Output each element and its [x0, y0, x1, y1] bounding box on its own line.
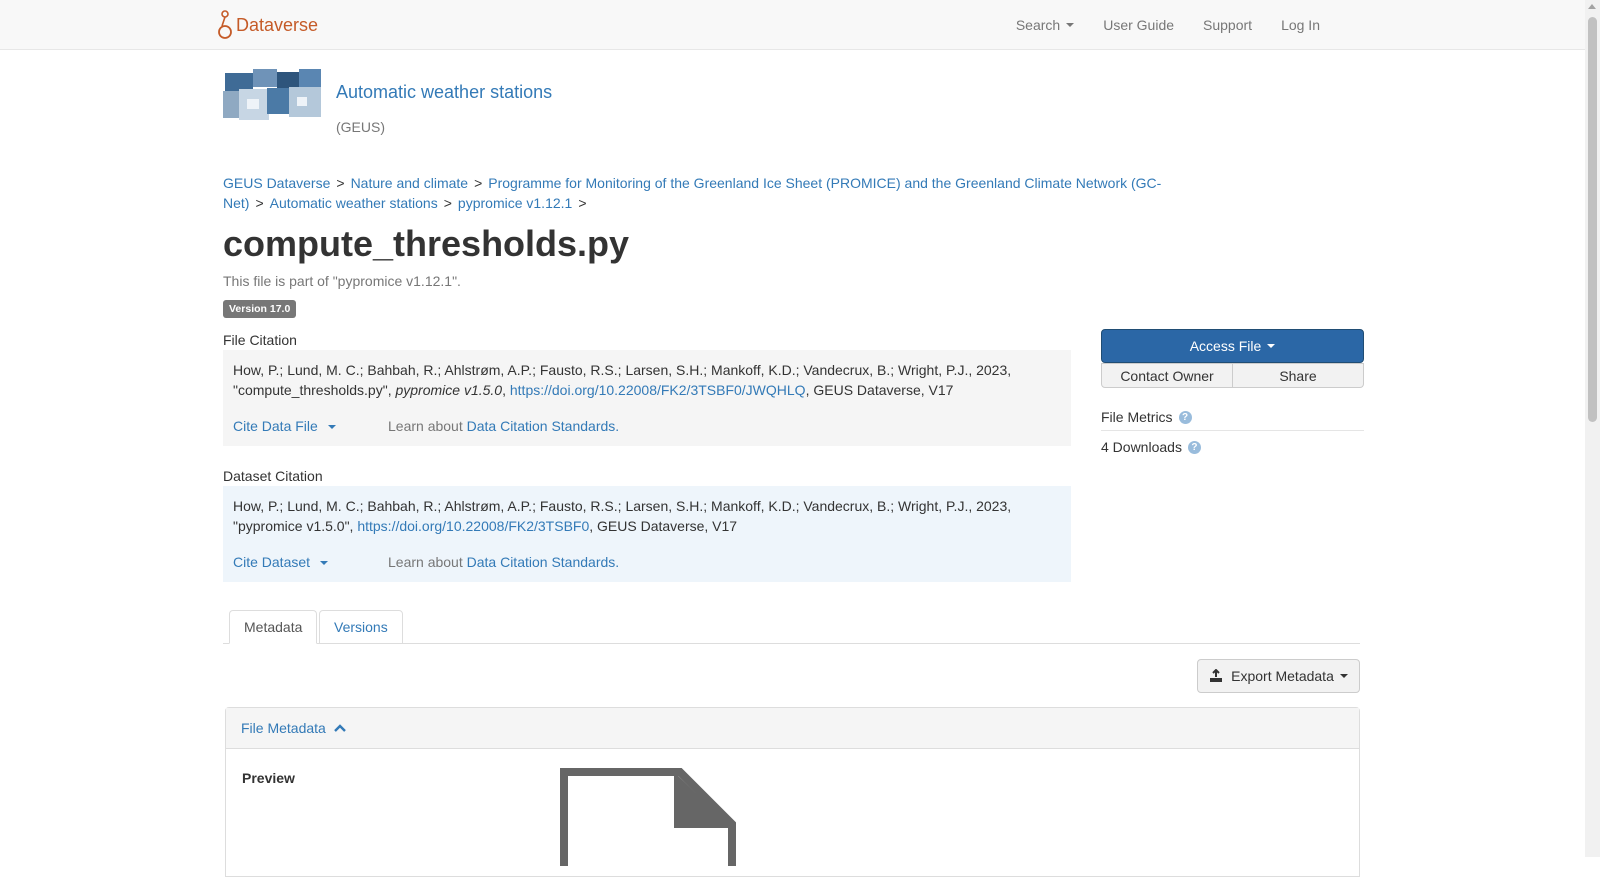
learn-about-prefix: Learn about: [388, 554, 467, 570]
file-citation-tail: , GEUS Dataverse, V17: [805, 382, 954, 398]
breadcrumb-separator: >: [336, 175, 345, 191]
caret-down-icon: [327, 425, 336, 430]
nav-support[interactable]: Support: [1203, 17, 1252, 33]
file-tabs: Metadata Versions: [223, 610, 1360, 644]
nav-search-label: Search: [1015, 17, 1061, 33]
dataset-citation-authors: How, P.; Lund, M. C.; Bahbah, R.; Ahlstr…: [233, 498, 1012, 514]
dataverse-brand[interactable]: Dataverse: [218, 9, 318, 41]
file-citation-authors: How, P.; Lund, M. C.; Bahbah, R.; Ahlstr…: [233, 362, 1012, 378]
cite-dataset-label: Cite Dataset: [233, 554, 311, 570]
file-citation-text: How, P.; Lund, M. C.; Bahbah, R.; Ahlstr…: [233, 360, 1061, 400]
collection-logo[interactable]: [223, 69, 323, 120]
contact-owner-button[interactable]: Contact Owner: [1101, 363, 1233, 388]
learn-about-text: Learn about Data Citation Standards.: [388, 416, 619, 436]
access-file-button[interactable]: Access File: [1101, 329, 1364, 363]
cite-data-file-label: Cite Data File: [233, 418, 318, 434]
part-of-dataset-text: This file is part of "pypromice v1.12.1"…: [223, 273, 461, 289]
scrollbar-thumb[interactable]: [1588, 17, 1597, 422]
file-citation-box: How, P.; Lund, M. C.; Bahbah, R.; Ahlstr…: [223, 350, 1071, 446]
breadcrumb-automatic-weather-stations[interactable]: Automatic weather stations: [270, 195, 438, 211]
data-citation-standards-link[interactable]: Data Citation Standards.: [467, 418, 620, 434]
cite-data-file-dropdown[interactable]: Cite Data File: [233, 416, 336, 436]
download-count-label: 4 Downloads: [1101, 439, 1182, 455]
chevron-up-icon[interactable]: [333, 724, 346, 732]
caret-down-icon: [1066, 23, 1075, 27]
file-metrics-label: File Metrics: [1101, 409, 1173, 425]
breadcrumb-nature-and-climate[interactable]: Nature and climate: [351, 175, 469, 191]
page-scrollbar[interactable]: [1585, 0, 1600, 857]
cite-dataset-dropdown[interactable]: Cite Dataset: [233, 552, 328, 572]
file-citation-label: File Citation: [223, 332, 297, 348]
dataset-citation-tail: , GEUS Dataverse, V17: [589, 518, 738, 534]
top-navbar: Dataverse Search User Guide Support Log …: [0, 0, 1585, 50]
collection-title-link[interactable]: Automatic weather stations: [336, 82, 552, 103]
file-metadata-toggle[interactable]: File Metadata: [241, 720, 326, 736]
file-metadata-panel: File Metadata Preview: [225, 707, 1360, 877]
collection-affiliation: (GEUS): [336, 119, 385, 135]
learn-about-text: Learn about Data Citation Standards.: [388, 552, 619, 572]
export-metadata-label: Export Metadata: [1231, 668, 1334, 684]
export-icon: [1210, 669, 1223, 682]
dataset-citation-box: How, P.; Lund, M. C.; Bahbah, R.; Ahlstr…: [223, 486, 1071, 582]
file-citation-title: "compute_thresholds.py",: [233, 382, 396, 398]
data-citation-standards-link[interactable]: Data Citation Standards.: [467, 554, 620, 570]
breadcrumb-separator: >: [474, 175, 483, 191]
dataset-citation-text: How, P.; Lund, M. C.; Bahbah, R.; Ahlstr…: [233, 496, 1061, 536]
file-citation-actions: Cite Data File Learn about Data Citation…: [233, 416, 1063, 436]
dataset-citation-doi-link[interactable]: https://doi.org/10.22008/FK2/3TSBF0: [357, 518, 589, 534]
caret-down-icon: [319, 561, 328, 566]
preview-label: Preview: [242, 770, 295, 786]
tab-versions[interactable]: Versions: [319, 610, 403, 644]
share-button[interactable]: Share: [1233, 363, 1364, 388]
learn-about-prefix: Learn about: [388, 418, 467, 434]
nav-search-dropdown[interactable]: Search: [1015, 17, 1075, 33]
nav-user-guide[interactable]: User Guide: [1103, 17, 1174, 33]
dataset-citation-title: "pypromice v1.5.0",: [233, 518, 358, 534]
question-circle-icon[interactable]: ?: [1178, 410, 1192, 424]
file-citation-dataset: pypromice v1.5.0: [395, 382, 503, 398]
navbar-links: Search User Guide Support Log In: [1016, 0, 1320, 50]
tab-metadata[interactable]: Metadata: [229, 610, 318, 644]
breadcrumb: GEUS Dataverse > Nature and climate > Progra…: [223, 173, 1223, 213]
file-metadata-panel-header[interactable]: File Metadata: [226, 708, 1359, 749]
file-icon: [560, 768, 736, 866]
dataset-citation-actions: Cite Dataset Learn about Data Citation S…: [233, 552, 1063, 572]
question-circle-icon[interactable]: ?: [1187, 440, 1201, 454]
file-citation-comma: ,: [502, 382, 510, 398]
nav-log-in[interactable]: Log In: [1281, 17, 1320, 33]
export-metadata-button[interactable]: Export Metadata: [1197, 659, 1360, 693]
dataverse-logo-icon: [218, 10, 232, 39]
breadcrumb-geus-dataverse[interactable]: GEUS Dataverse: [223, 175, 330, 191]
page-title: compute_thresholds.py: [223, 223, 630, 264]
breadcrumb-separator: >: [255, 195, 264, 211]
download-count: 4 Downloads ?: [1101, 439, 1201, 455]
brand-name: Dataverse: [236, 14, 319, 35]
file-action-buttons: Contact Owner Share: [1101, 363, 1364, 389]
breadcrumb-separator: >: [443, 195, 452, 211]
breadcrumb-separator: >: [578, 195, 587, 211]
file-citation-doi-link[interactable]: https://doi.org/10.22008/FK2/3TSBF0/JWQH…: [510, 382, 806, 398]
breadcrumb-pypromice[interactable]: pypromice v1.12.1: [458, 195, 572, 211]
scroll-up-arrow-icon[interactable]: [1588, 4, 1596, 9]
dataset-citation-label: Dataset Citation: [223, 468, 323, 484]
caret-down-icon: [1339, 674, 1348, 678]
access-file-label: Access File: [1189, 338, 1262, 354]
file-metrics-header: File Metrics ?: [1101, 409, 1364, 431]
version-badge: Version 17.0: [223, 300, 297, 318]
caret-down-icon: [1267, 344, 1276, 348]
